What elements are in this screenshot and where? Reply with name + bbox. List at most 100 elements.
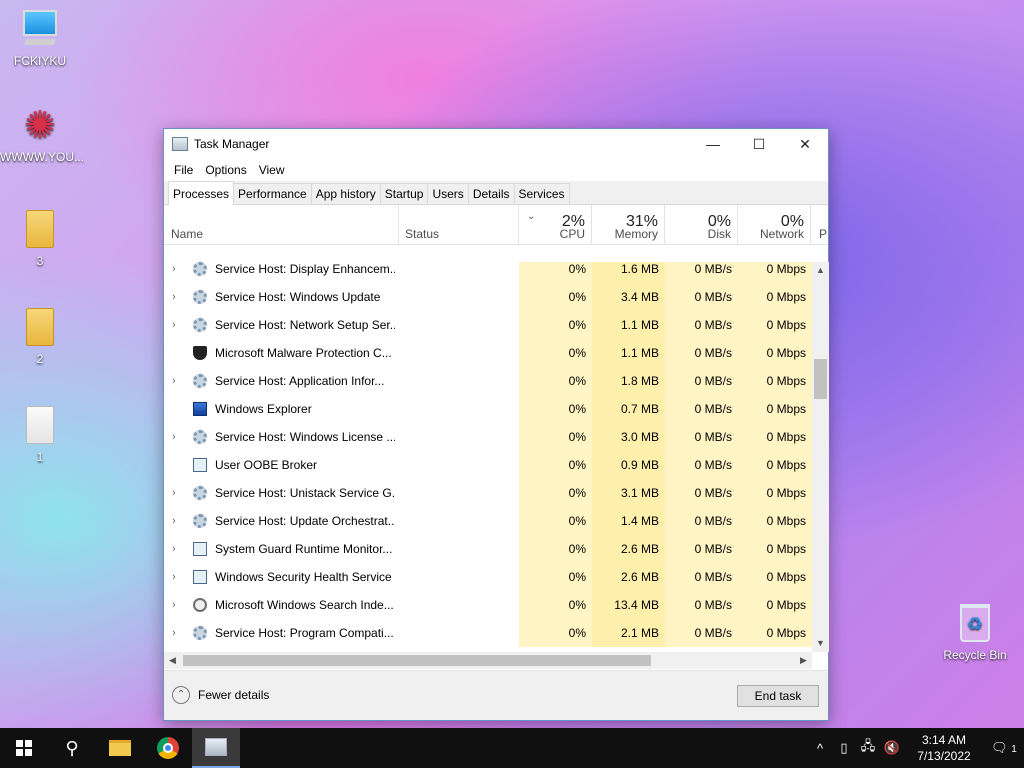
taskbar-chrome[interactable] <box>144 728 192 768</box>
column-network[interactable]: 0% Network <box>738 205 811 245</box>
column-network-label: Network <box>759 227 804 241</box>
column-status[interactable]: Status <box>399 205 519 245</box>
table-row[interactable]: › Service Host: Network Setup Ser... 0% 1.1… <box>164 311 812 339</box>
process-name: Service Host: Windows Update <box>215 290 381 304</box>
horizontal-scrollbar[interactable]: ◀ ▶ <box>164 652 812 669</box>
show-hidden-icons-chevron-icon[interactable]: ^ <box>808 741 832 756</box>
table-row[interactable]: › Service Host: Application Infor... 0% 1.8… <box>164 367 812 395</box>
expand-chevron-icon[interactable]: › <box>172 283 184 311</box>
taskbar-task-manager[interactable] <box>192 728 240 768</box>
expand-chevron-icon[interactable]: › <box>172 591 184 619</box>
column-cpu[interactable]: ⌄ 2% CPU <box>519 205 592 245</box>
horizontal-scroll-thumb[interactable] <box>183 655 651 666</box>
table-row[interactable]: User OOBE Broker 0% 0.9 MB 0 MB/s 0 Mbps <box>164 451 812 479</box>
column-power-label: P <box>819 227 828 241</box>
table-row[interactable]: Microsoft Malware Protection C... 0% 1.1 M… <box>164 339 812 367</box>
desktop-icon-label: FCKIYKU <box>13 54 66 68</box>
desktop-icon-folder-2[interactable]: 2 <box>0 308 80 366</box>
process-disk: 0 MB/s <box>665 535 738 563</box>
expand-chevron-icon[interactable]: › <box>172 311 184 339</box>
process-memory: 0.9 MB <box>592 451 665 479</box>
scroll-right-icon[interactable]: ▶ <box>795 652 812 669</box>
close-button[interactable]: ✕ <box>782 129 828 159</box>
desktop-icon-computer[interactable]: FCKIYKU <box>0 10 80 68</box>
network-icon[interactable]: 🖧 <box>856 737 880 759</box>
desktop-icon-shortcut[interactable]: ✺ WWWW.YOU... <box>0 106 84 164</box>
column-disk[interactable]: 0% Disk <box>665 205 738 245</box>
process-disk: 0 MB/s <box>665 423 738 451</box>
notification-center-button[interactable]: 🗨 1 <box>984 740 1024 756</box>
system-tray: ^ ▯ 🖧 🔇 3:14 AM 7/13/2022 🗨 1 <box>808 728 1024 768</box>
desktop-icon-recycle-bin[interactable]: ♻ Recycle Bin <box>935 604 1015 662</box>
expand-chevron-icon[interactable]: › <box>172 479 184 507</box>
process-memory: 0.7 MB <box>592 395 665 423</box>
table-row[interactable]: › System Guard Runtime Monitor... 0% 2.6 MB… <box>164 535 812 563</box>
search-button[interactable]: ⚲ <box>48 728 96 768</box>
table-row[interactable]: › Service Host: Windows Update 0% 3.4 MB 0 M… <box>164 283 812 311</box>
process-list: › Service Host: Display Enhancem... 0% 1.6 … <box>164 262 812 652</box>
menu-options[interactable]: Options <box>199 163 252 177</box>
start-button[interactable] <box>0 728 48 768</box>
table-row[interactable]: › Service Host: Program Compati... 0% 2.1 M… <box>164 619 812 647</box>
process-disk: 0 MB/s <box>665 563 738 591</box>
expand-chevron-icon[interactable]: › <box>172 563 184 591</box>
table-row[interactable]: › Service Host: Unistack Service G... 0% 3.… <box>164 479 812 507</box>
maximize-button[interactable]: ☐ <box>736 129 782 159</box>
tab-services[interactable]: Services <box>513 183 570 204</box>
taskbar: ⚲ ^ ▯ 🖧 🔇 3:14 AM 7/13/2022 🗨 1 <box>0 728 1024 768</box>
winbox-icon <box>193 570 207 584</box>
tab-details[interactable]: Details <box>467 183 515 204</box>
menu-file[interactable]: File <box>168 163 199 177</box>
table-row[interactable]: › Microsoft Windows Search Inde... 0% 13.4 … <box>164 591 812 619</box>
vertical-scroll-thumb[interactable] <box>814 359 827 399</box>
document-folder-icon <box>20 406 60 446</box>
table-row[interactable]: › Windows Security Health Service 0% 2.6 MB… <box>164 563 812 591</box>
end-task-button[interactable]: End task <box>737 685 819 707</box>
process-network: 0 Mbps <box>738 563 812 591</box>
tab-app-history[interactable]: App history <box>310 183 381 204</box>
sort-chevron-icon: ⌄ <box>527 211 536 222</box>
process-memory: 2.6 MB <box>592 535 665 563</box>
scroll-up-icon[interactable]: ▲ <box>812 262 829 279</box>
scroll-down-icon[interactable]: ▼ <box>812 635 829 652</box>
table-row[interactable]: › Service Host: Windows License ... 0% 3.0 … <box>164 423 812 451</box>
tab-users[interactable]: Users <box>427 183 469 204</box>
minimize-button[interactable]: — <box>690 129 736 159</box>
column-cpu-label: CPU <box>559 227 585 241</box>
tablet-icon[interactable]: ▯ <box>832 740 856 756</box>
process-name: Service Host: Unistack Service G... <box>215 486 395 500</box>
process-network: 0 Mbps <box>738 451 812 479</box>
process-memory: 1.6 MB <box>592 262 665 283</box>
table-row[interactable]: Windows Explorer 0% 0.7 MB 0 MB/s 0 Mbps <box>164 395 812 423</box>
expand-chevron-icon[interactable]: › <box>172 507 184 535</box>
expand-chevron-icon[interactable]: › <box>172 619 184 647</box>
menu-view[interactable]: View <box>253 163 291 177</box>
scroll-left-icon[interactable]: ◀ <box>164 652 181 669</box>
fewer-details-link[interactable]: ⌃ Fewer details <box>172 686 269 704</box>
tab-performance[interactable]: Performance <box>233 183 312 204</box>
process-name: Service Host: Network Setup Ser... <box>215 318 395 332</box>
desktop-icon-folder-1[interactable]: 1 <box>0 406 80 464</box>
clock[interactable]: 3:14 AM 7/13/2022 <box>904 732 984 764</box>
volume-muted-icon[interactable]: 🔇 <box>880 740 904 756</box>
vertical-scrollbar[interactable]: ▲ ▼ <box>812 262 829 652</box>
expand-chevron-icon[interactable]: › <box>172 535 184 563</box>
process-disk: 0 MB/s <box>665 283 738 311</box>
process-cpu: 0% <box>519 311 592 339</box>
taskbar-file-explorer[interactable] <box>96 728 144 768</box>
expand-chevron-icon[interactable]: › <box>172 262 184 283</box>
desktop-icon-folder-3[interactable]: 3 <box>0 210 80 268</box>
tab-startup[interactable]: Startup <box>379 183 429 204</box>
table-row[interactable]: › Service Host: Display Enhancem... 0% 1.6 … <box>164 262 812 283</box>
column-power[interactable]: P <box>811 205 828 245</box>
process-memory: 2.6 MB <box>592 563 665 591</box>
gear-icon <box>193 430 207 444</box>
expand-chevron-icon[interactable]: › <box>172 423 184 451</box>
title-bar[interactable]: Task Manager — ☐ ✕ <box>164 129 828 159</box>
column-memory[interactable]: 31% Memory <box>592 205 665 245</box>
table-row[interactable]: › Service Host: Update Orchestrat... 0% 1.4… <box>164 507 812 535</box>
desktop-icon-label: WWWW.YOU... <box>0 150 84 164</box>
expand-chevron-icon[interactable]: › <box>172 367 184 395</box>
column-name[interactable]: Name <box>164 205 399 245</box>
tab-processes[interactable]: Processes <box>168 181 235 205</box>
